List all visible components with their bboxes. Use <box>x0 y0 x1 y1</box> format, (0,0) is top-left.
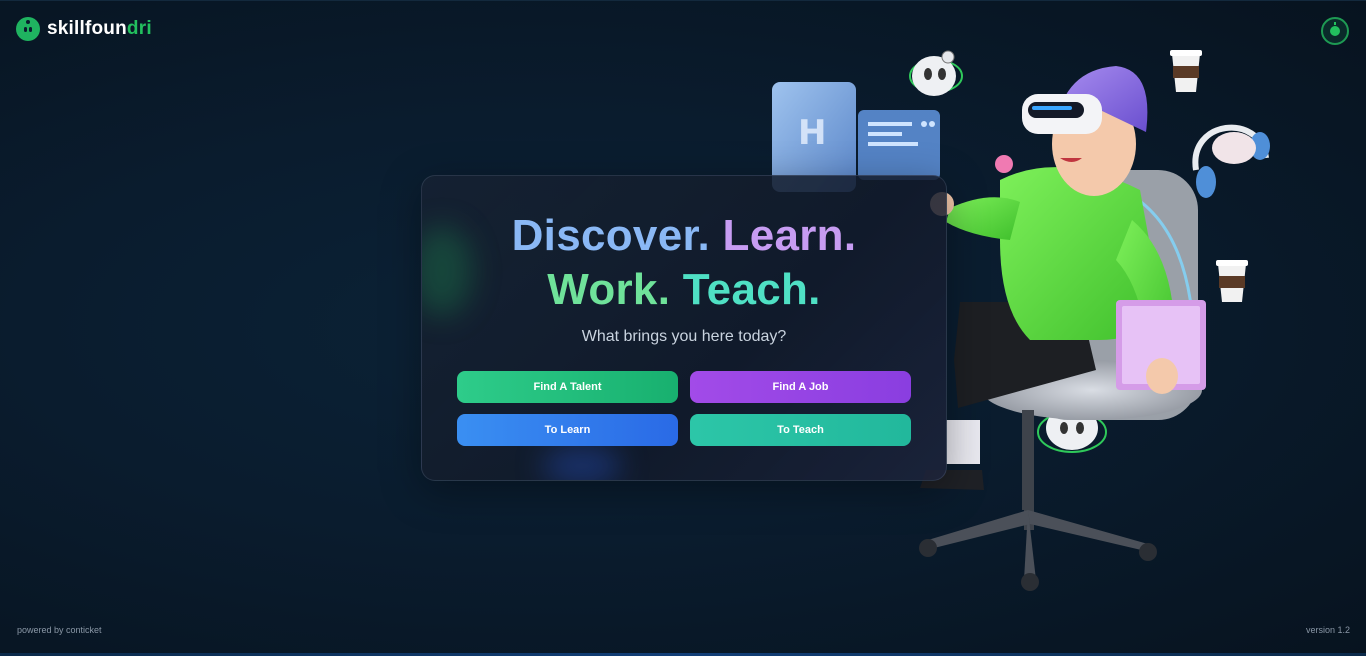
svg-text:H: H <box>798 113 826 153</box>
headline-learn: Learn. <box>722 211 857 260</box>
hero-card: Discover. Learn. Work. Teach. What bring… <box>421 175 947 481</box>
find-job-button[interactable]: Find A Job <box>690 371 911 403</box>
brand-name: skillfoundri <box>47 18 152 40</box>
to-teach-button[interactable]: To Teach <box>690 414 911 446</box>
headline-line-1: Discover. Learn. <box>422 210 946 262</box>
skillfoundri-logo-icon <box>16 17 40 41</box>
headline-line-2: Work. Teach. <box>422 264 946 316</box>
pink-ball <box>995 155 1013 173</box>
brand-name-part1: skillfoun <box>47 18 127 39</box>
user-avatar-icon[interactable] <box>1321 17 1349 45</box>
coffee-cup-top <box>1170 50 1202 92</box>
headline-work: Work. <box>547 265 671 314</box>
headphones-brain <box>1192 124 1270 198</box>
coffee-cup-right <box>1216 260 1248 302</box>
powered-by-text: powered by conticket <box>17 625 102 635</box>
top-border <box>0 0 1366 1</box>
decorative-glow-blue <box>542 446 622 480</box>
brand-logo[interactable]: skillfoundri <box>16 16 152 42</box>
brand-name-part2: dri <box>126 18 152 39</box>
headline-discover: Discover. <box>511 211 710 260</box>
robot-head-top <box>909 50 963 96</box>
to-learn-button[interactable]: To Learn <box>457 414 678 446</box>
headline-teach: Teach. <box>682 265 821 314</box>
find-talent-button[interactable]: Find A Talent <box>457 371 678 403</box>
version-text: version 1.2 <box>1306 625 1351 635</box>
hero-subtitle: What brings you here today? <box>581 328 787 345</box>
